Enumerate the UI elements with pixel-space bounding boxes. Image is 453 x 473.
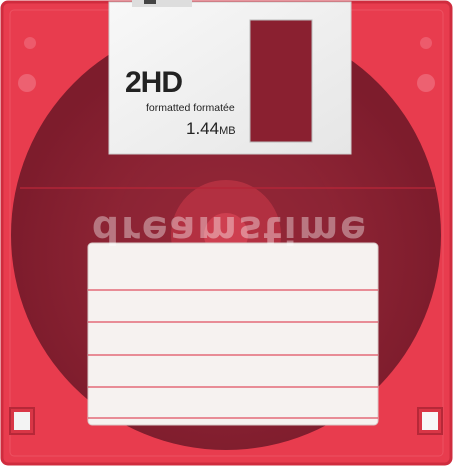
capacity-number: 1.44: [186, 119, 220, 138]
capacity-unit: MB: [219, 125, 236, 137]
capacity-label: 1.44MB: [186, 119, 236, 139]
watermark: dreamstime: [91, 208, 369, 252]
floppy-disk: 2HD formatted formatée 1.44MB dreamstime: [0, 0, 453, 468]
disk-label: [87, 242, 379, 426]
shutter-window: [249, 19, 313, 143]
format-label: formatted formatée: [146, 102, 235, 114]
density-label: 2HD: [125, 66, 183, 99]
